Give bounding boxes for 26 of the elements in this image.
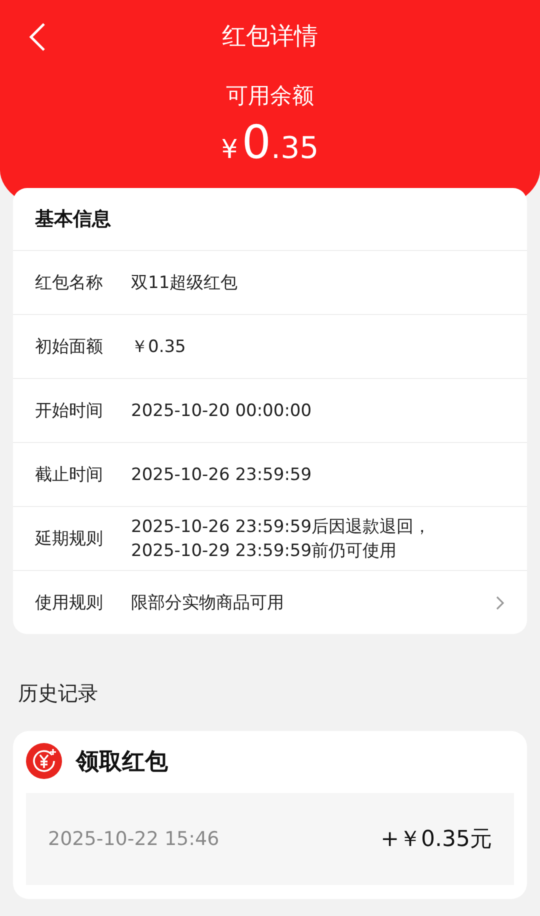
field-label: 开始时间 (35, 400, 104, 422)
field-value: 2025-10-20 00:00:00 (131, 400, 313, 422)
page-title: 红包详情 (222, 21, 318, 52)
field-value: ￥0.35 (131, 336, 187, 358)
field-label: 截止时间 (35, 464, 104, 486)
rule-link-row[interactable]: 使用规则 限部分实物商品可用 (13, 570, 527, 634)
field-value: 2025-10-26 23:59:59 (131, 464, 313, 486)
section-title: 基本信息 (34, 207, 112, 232)
chevron-right-icon (495, 594, 505, 610)
field-label: 延期规则 (35, 528, 104, 550)
field-label: 使用规则 (35, 592, 104, 614)
field-label: 初始面额 (35, 336, 104, 358)
record-time: 2025-10-22 15:46 (48, 828, 220, 850)
yuan-coin-icon (26, 743, 62, 779)
balance-integer: 0 (242, 116, 272, 168)
record-type-title: 领取红包 (76, 748, 168, 776)
field-value: 2025-10-26 23:59:59后因退款退回， 2025-10-29 23:59:59前仍可使用 (131, 516, 432, 562)
balance-label: 可用余额 (226, 83, 314, 111)
field-value: 限部分实物商品可用 (131, 592, 285, 614)
record-amount: +￥0.35元 (380, 826, 492, 854)
field-value: 双11超级红包 (131, 272, 239, 294)
history-title: 历史记录 (17, 680, 99, 707)
currency-sign: ¥ (221, 135, 238, 165)
back-icon[interactable] (28, 22, 48, 52)
balance-decimal: .35 (271, 131, 319, 166)
field-label: 红包名称 (35, 272, 104, 294)
